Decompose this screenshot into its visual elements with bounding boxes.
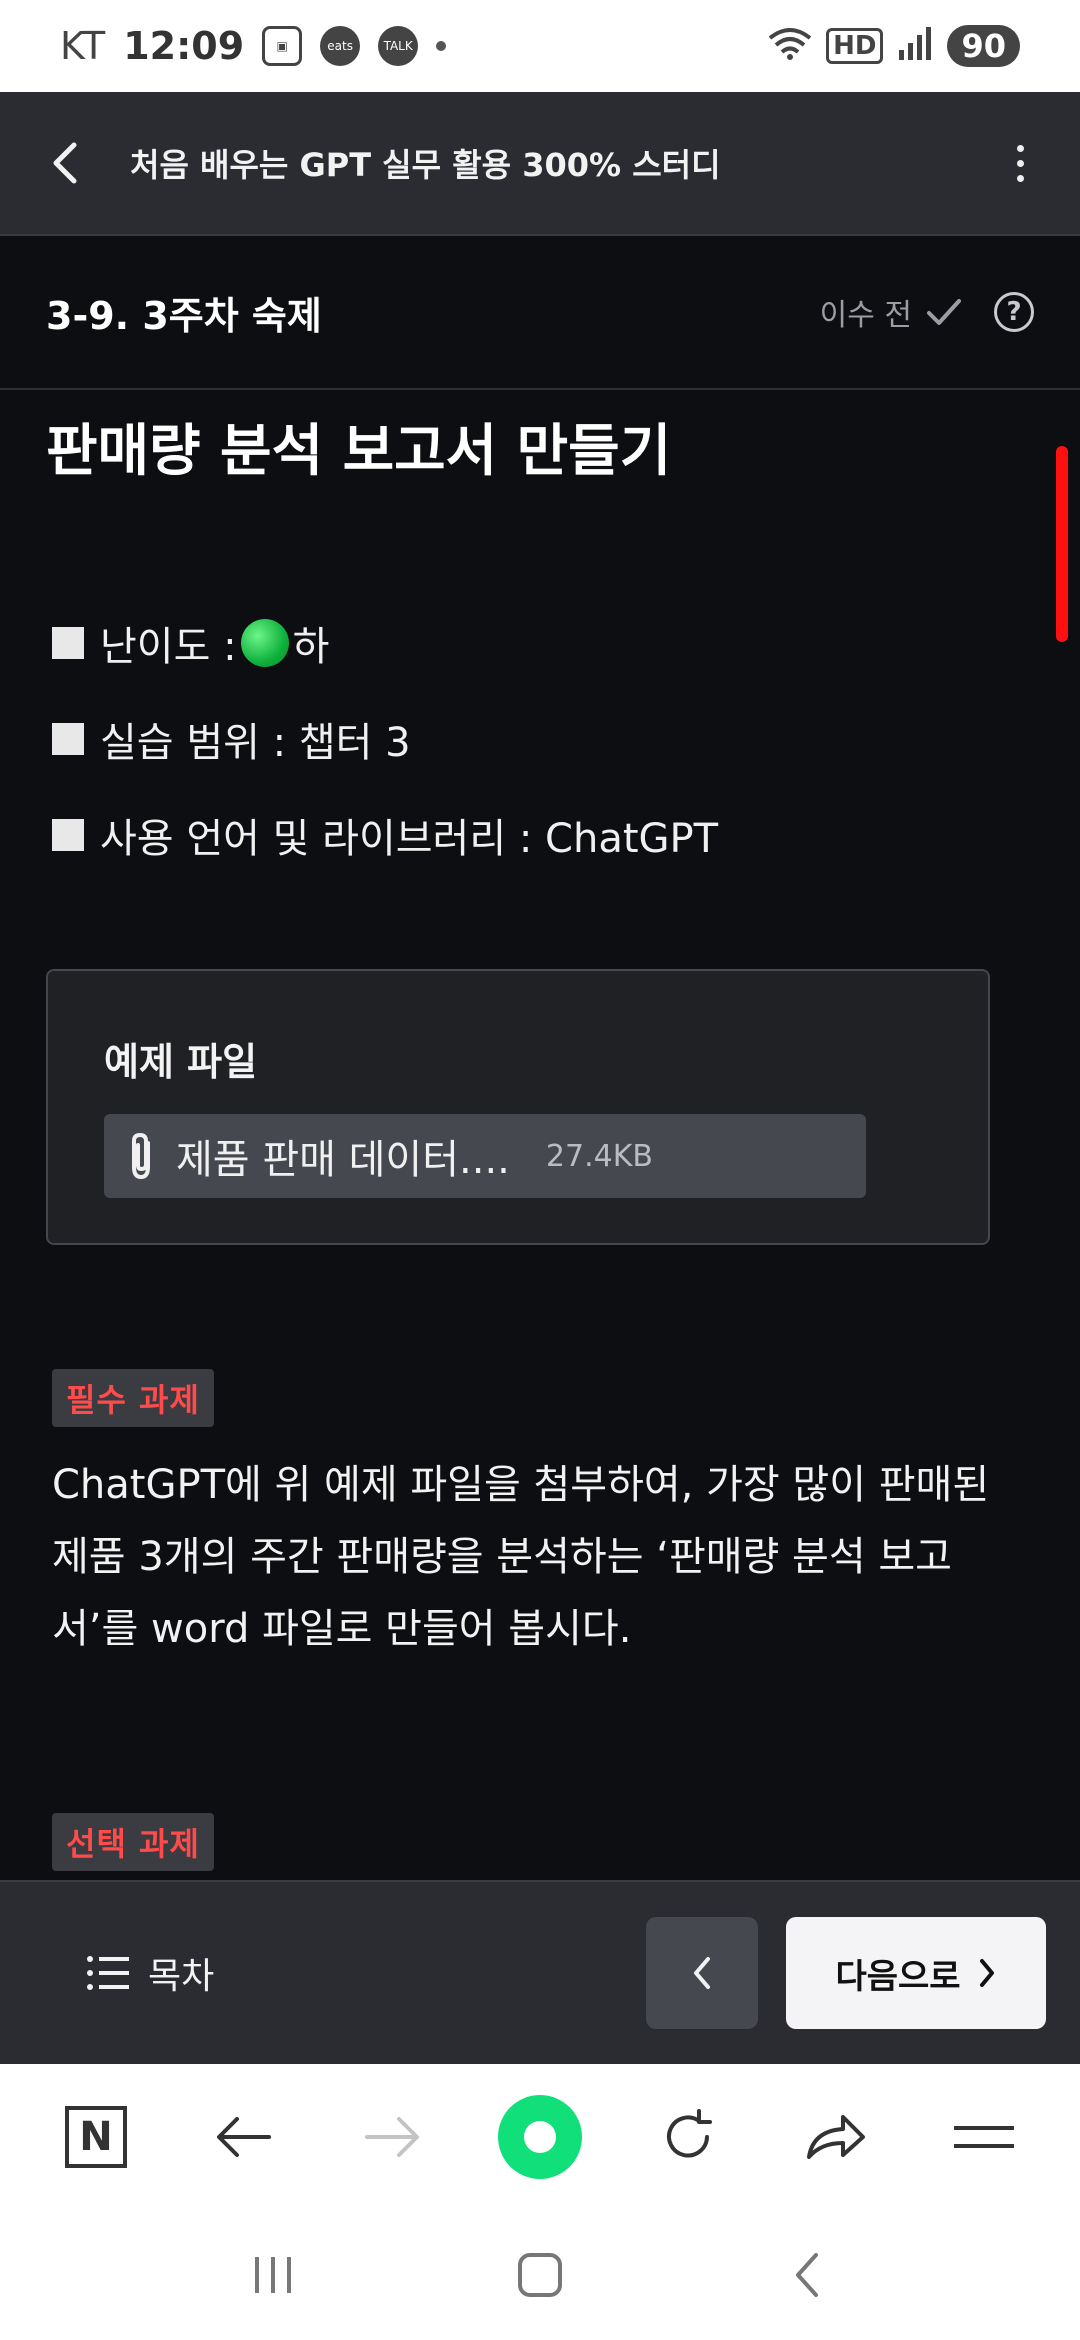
difficulty-value: 하 <box>292 624 330 670</box>
green-circle-icon <box>240 619 289 667</box>
assignment-heading: 판매량 분석 보고서 만들기 <box>46 419 672 484</box>
browser-forward-button[interactable] <box>337 2082 447 2192</box>
example-file-title: 예제 파일 <box>104 1040 258 1084</box>
table-of-contents-button[interactable]: 목차 <box>86 1947 646 1999</box>
example-file-box: 예제 파일 제품 판매 데이터.... 27.4KB <box>46 969 990 1245</box>
lesson-content[interactable]: 판매량 분석 보고서 만들기 난이도 : 하 실습 범위 : 챕터 3 사용 언… <box>0 392 1080 1880</box>
completion-status[interactable]: 이수 전 ? <box>820 290 1034 334</box>
file-name: 제품 판매 데이터.... <box>176 1137 510 1183</box>
system-back-button[interactable] <box>752 2220 862 2330</box>
difficulty-label: 난이도 : <box>100 624 237 670</box>
browser-toolbar: N <box>0 2064 1080 2210</box>
file-size: 27.4KB <box>545 1138 653 1174</box>
coupang-eats-icon: eats <box>320 26 361 66</box>
kebab-dot-icon <box>1016 159 1024 167</box>
help-icon[interactable]: ? <box>994 292 1034 332</box>
language-label: 사용 언어 및 라이브러리 : ChatGPT <box>100 816 719 862</box>
more-notifications-icon <box>436 41 447 51</box>
back-button[interactable] <box>0 91 130 235</box>
home-square-icon <box>517 2253 562 2297</box>
status-bar: KT 12:09 ▣ eats TALK HD 90 <box>0 0 1080 92</box>
practice-range-label: 실습 범위 : 챕터 3 <box>100 720 411 766</box>
browser-menu-button[interactable] <box>929 2082 1039 2192</box>
toc-label: 목차 <box>148 1956 215 1997</box>
green-dot-icon <box>498 2095 582 2179</box>
share-arrow-icon <box>807 2115 865 2159</box>
next-lesson-button[interactable]: 다음으로 <box>786 1917 1046 2029</box>
wifi-icon <box>768 26 812 67</box>
kakaotalk-icon: TALK <box>378 26 419 66</box>
chevron-left-icon <box>694 1957 710 1989</box>
square-bullet-icon <box>52 723 84 755</box>
kebab-dot-icon <box>1016 144 1024 152</box>
square-bullet-icon <box>52 627 84 659</box>
paperclip-icon <box>132 1132 150 1180</box>
more-options-button[interactable] <box>960 91 1080 235</box>
chevron-left-icon <box>795 2253 818 2297</box>
system-navigation-bar <box>0 2210 1080 2340</box>
arrow-left-icon <box>217 2117 271 2157</box>
clock: 12:09 <box>123 24 245 68</box>
carrier-label: KT <box>60 24 106 68</box>
completion-status-label: 이수 전 <box>819 298 912 333</box>
check-icon <box>927 299 961 325</box>
naver-n-icon: N <box>65 2106 127 2168</box>
chevron-right-icon <box>979 1959 994 1987</box>
square-bullet-icon <box>52 819 84 851</box>
language-row: 사용 언어 및 라이브러리 : ChatGPT <box>46 787 1034 883</box>
lesson-navigation: 목차 다음으로 <box>0 1880 1080 2064</box>
arrow-right-icon <box>365 2117 419 2157</box>
previous-lesson-button[interactable] <box>646 1917 758 2029</box>
next-lesson-label: 다음으로 <box>835 1956 961 1997</box>
list-icon <box>87 1956 129 1990</box>
recent-apps-button[interactable] <box>218 2220 328 2330</box>
share-button[interactable] <box>781 2082 891 2192</box>
recent-apps-icon <box>255 2257 292 2293</box>
menu-icon <box>954 2126 1014 2148</box>
battery-indicator: 90 <box>947 25 1020 67</box>
reload-button[interactable] <box>633 2082 743 2192</box>
signal-icon <box>897 26 933 67</box>
hd-voice-icon: HD <box>826 28 884 64</box>
course-title: 처음 배우는 GPT 실무 활용 300% 스터디 <box>130 146 721 184</box>
assignment-meta: 난이도 : 하 실습 범위 : 챕터 3 사용 언어 및 라이브러리 : Cha… <box>46 595 1034 883</box>
green-dot-button[interactable] <box>485 2082 595 2192</box>
lesson-bar: 3-9. 3주차 숙제 이수 전 ? <box>0 236 1080 390</box>
required-task-tag: 필수 과제 <box>52 1369 214 1427</box>
chevron-left-icon <box>53 142 77 184</box>
difficulty-row: 난이도 : 하 <box>46 595 1034 691</box>
app-header: 처음 배우는 GPT 실무 활용 300% 스터디 <box>0 92 1080 236</box>
reload-icon <box>667 2109 712 2158</box>
required-task-text: ChatGPT에 위 예제 파일을 첨부하여, 가장 많이 판매된 제품 3개의… <box>52 1462 990 1652</box>
naver-home-button[interactable]: N <box>41 2082 151 2192</box>
scroll-indicator[interactable] <box>1056 446 1068 642</box>
lesson-title: 3-9. 3주차 숙제 <box>46 293 322 338</box>
kebab-dot-icon <box>1016 174 1024 182</box>
browser-back-button[interactable] <box>189 2082 299 2192</box>
optional-task-tag: 선택 과제 <box>52 1813 214 1871</box>
practice-range-row: 실습 범위 : 챕터 3 <box>46 691 1034 787</box>
file-attachment[interactable]: 제품 판매 데이터.... 27.4KB <box>104 1114 866 1198</box>
gallery-icon: ▣ <box>262 26 303 66</box>
home-button[interactable] <box>485 2220 595 2330</box>
